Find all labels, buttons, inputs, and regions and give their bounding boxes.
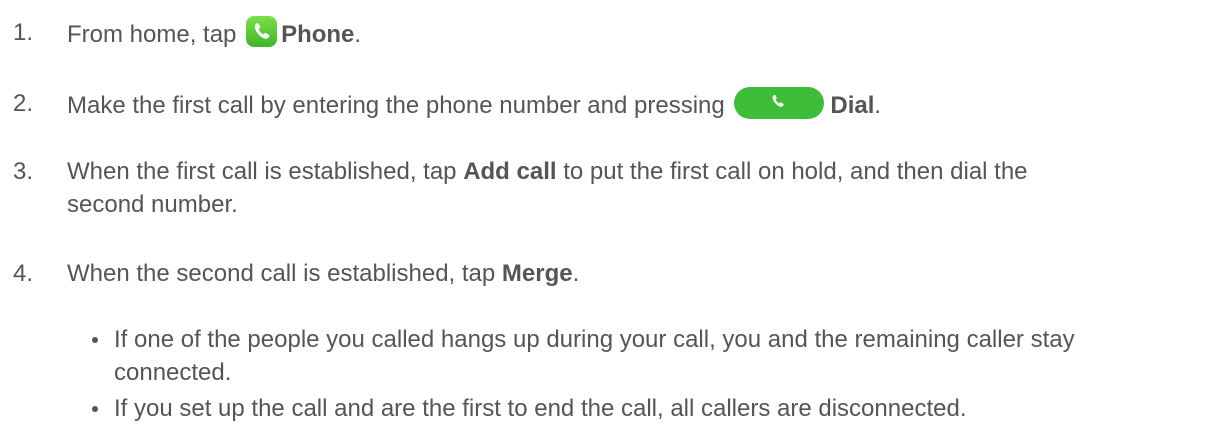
- bullet-text: If one of the people you called hangs up…: [114, 323, 1223, 389]
- phone-label: Phone: [281, 21, 355, 48]
- step-2: 2. Make the first call by entering the p…: [13, 87, 1213, 120]
- bullet-dot: [92, 406, 98, 412]
- step-text: From home, tap Phone.: [67, 16, 1207, 51]
- step-3: 3. When the first call is established, t…: [13, 155, 1213, 218]
- step-number: 4.: [13, 260, 34, 287]
- bullet-text: If you set up the call and are the first…: [114, 392, 1223, 425]
- phone-app-icon: [246, 16, 278, 47]
- step-text: Make the first call by entering the phon…: [67, 87, 1207, 122]
- step-text-pre: When the second call is established, tap: [67, 260, 502, 287]
- step-text-post: .: [874, 92, 882, 119]
- step-number: 2.: [13, 90, 34, 117]
- step-text: When the first call is established, tap …: [67, 155, 1207, 221]
- step-text-post: to put the first call on hold, and then …: [556, 158, 1028, 185]
- step-text: When the second call is established, tap…: [67, 257, 1207, 290]
- step-text-post: .: [354, 21, 362, 48]
- step-text-pre: Make the first call by entering the phon…: [67, 92, 732, 119]
- add-call-label: Add call: [463, 158, 557, 185]
- step-1: 1. From home, tap Phone.: [13, 16, 1213, 49]
- step-number: 1.: [13, 19, 34, 46]
- bullet-line: If you set up the call and are the first…: [114, 395, 967, 422]
- merge-label: Merge: [501, 260, 573, 287]
- step-4: 4. When the second call is established, …: [13, 257, 1213, 290]
- step-number: 3.: [13, 158, 34, 185]
- bullet-dot: [92, 337, 98, 343]
- dial-button-icon: [734, 87, 825, 119]
- step-text-pre: When the first call is established, tap: [67, 158, 464, 185]
- dial-label: Dial: [830, 92, 875, 119]
- step-text-pre: From home, tap: [67, 21, 244, 48]
- step-text-post: .: [572, 260, 580, 287]
- bullet-line: connected.: [114, 359, 232, 386]
- step-text-continuation: second number.: [67, 191, 238, 218]
- bullet-line: If one of the people you called hangs up…: [114, 326, 1075, 353]
